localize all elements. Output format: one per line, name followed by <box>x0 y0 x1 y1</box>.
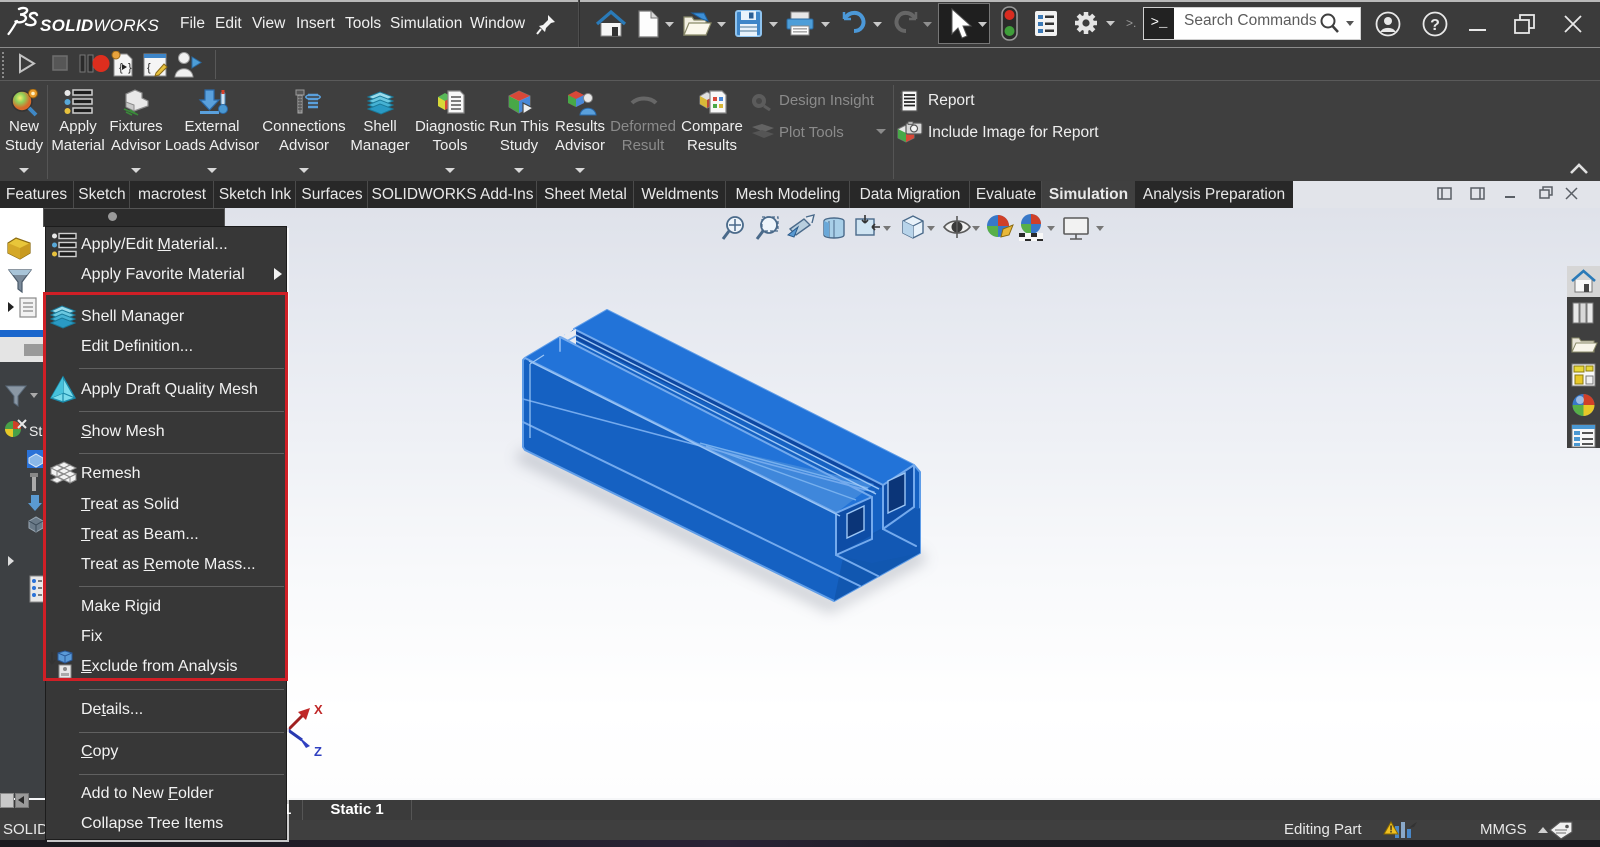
svg-text:!: ! <box>1389 825 1392 836</box>
svg-text:SOLIDWORKS: SOLIDWORKS <box>40 16 160 35</box>
svg-text:}: } <box>128 62 132 74</box>
svg-text:?: ? <box>1430 17 1440 34</box>
svg-text:{: { <box>147 62 151 74</box>
svg-text:X: X <box>314 702 323 717</box>
svg-text:St: St <box>29 423 42 439</box>
svg-text:Z: Z <box>314 744 322 759</box>
